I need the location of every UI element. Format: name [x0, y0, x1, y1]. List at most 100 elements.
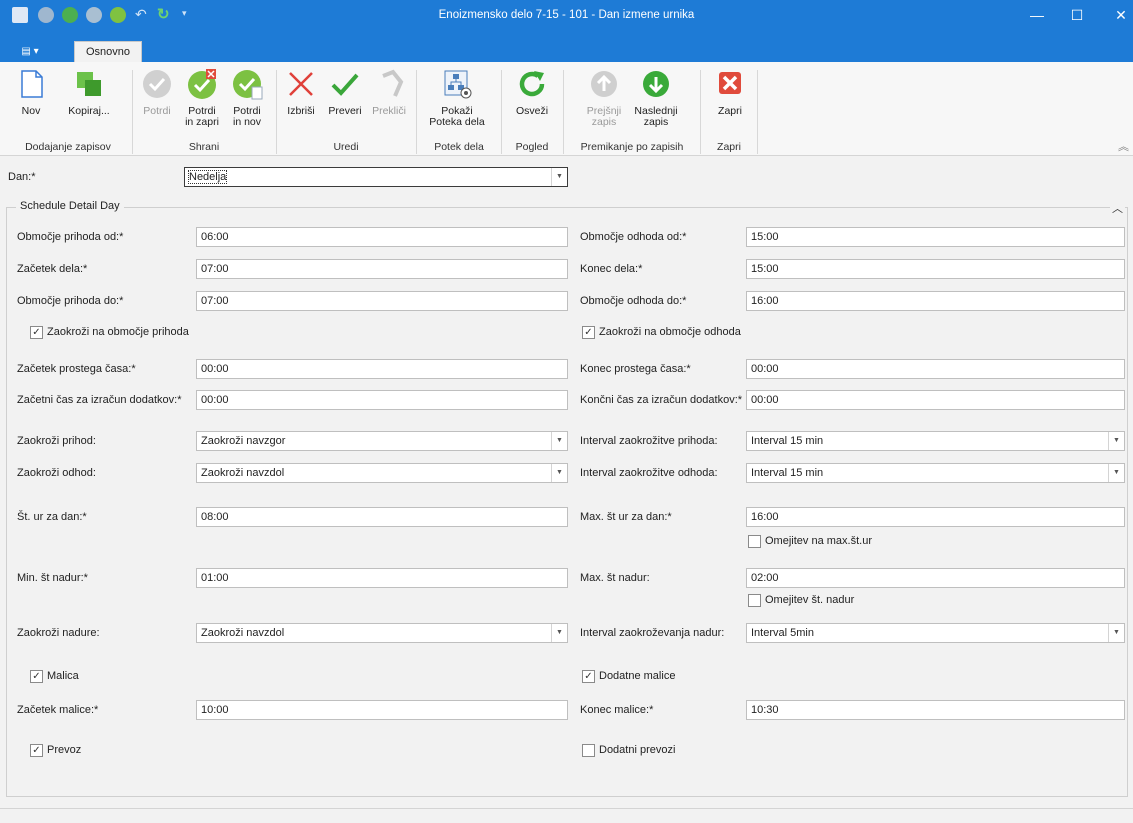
bonus-end-label: Končni čas za izračun dodatkov:*	[580, 394, 743, 406]
delete-icon	[285, 68, 317, 100]
overtime-interval-select[interactable]: Interval 5min ▼	[746, 623, 1125, 643]
ribbon-tab-row: ▤ ▾ Osnovno	[0, 30, 1133, 62]
work-end-label: Konec dela:*	[580, 263, 643, 275]
ribbon-separator	[563, 70, 564, 154]
meal-end-label: Konec malice:*	[580, 704, 654, 716]
group-collapse-icon[interactable]: ︿	[1110, 200, 1125, 216]
refresh-icon	[516, 68, 548, 100]
transport-checkbox[interactable]: ✓	[30, 744, 43, 757]
chevron-down-icon[interactable]: ▼	[551, 464, 567, 482]
checkmark-icon	[329, 68, 361, 100]
chevron-down-icon[interactable]: ▼	[551, 624, 567, 642]
meal-label: Malica	[47, 670, 79, 682]
arrival-from-label: Območje prihoda od:*	[17, 231, 124, 243]
close-window-button[interactable]: ✕	[1098, 0, 1133, 30]
undo-icon	[373, 68, 405, 100]
max-overtime-field[interactable]: 02:00	[746, 568, 1125, 588]
idle-start-field[interactable]: 00:00	[196, 359, 568, 379]
meal-start-field[interactable]: 10:00	[196, 700, 568, 720]
arrow-down-icon	[640, 68, 672, 100]
extra-transport-label: Dodatni prevozi	[599, 744, 676, 756]
previous-record-button[interactable]: Prejšnji zapis	[580, 68, 628, 128]
next-record-button[interactable]: Naslednji zapis	[630, 68, 682, 128]
cancel-button[interactable]: Prekliči	[370, 68, 408, 117]
group-title: Schedule Detail Day	[16, 200, 124, 212]
departure-from-field[interactable]: 15:00	[746, 227, 1125, 247]
ribbon-separator	[132, 70, 133, 154]
delete-button[interactable]: Izbriši	[283, 68, 319, 117]
meal-start-label: Začetek malice:*	[17, 704, 99, 716]
limit-overtime-checkbox[interactable]	[748, 594, 761, 607]
work-start-field[interactable]: 07:00	[196, 259, 568, 279]
round-departure-checkbox[interactable]: ✓	[582, 326, 595, 339]
chevron-down-icon[interactable]: ▼	[1108, 464, 1124, 482]
hours-day-field[interactable]: 08:00	[196, 507, 568, 527]
new-button[interactable]: Nov	[14, 68, 48, 117]
collapse-ribbon-button[interactable]: ︽	[1118, 138, 1129, 154]
group-label-save: Shrani	[188, 141, 220, 153]
group-label-close: Zapri	[717, 141, 741, 153]
work-start-label: Začetek dela:*	[17, 263, 88, 275]
arrival-to-field[interactable]: 07:00	[196, 291, 568, 311]
idle-end-label: Konec prostega časa:*	[580, 363, 691, 375]
round-in-interval-select[interactable]: Interval 15 min ▼	[746, 431, 1125, 451]
round-out-interval-select[interactable]: Interval 15 min ▼	[746, 463, 1125, 483]
ribbon: Nov Kopiraj... Potrdi Potrdi in zapri Po…	[0, 62, 1133, 156]
round-out-select[interactable]: Zaokroži navzdol ▼	[196, 463, 568, 483]
copy-button[interactable]: Kopiraj...	[64, 68, 114, 117]
meal-checkbox[interactable]: ✓	[30, 670, 43, 683]
arrow-up-icon	[588, 68, 620, 100]
round-in-select[interactable]: Zaokroži navzgor ▼	[196, 431, 568, 451]
max-hours-day-field[interactable]: 16:00	[746, 507, 1125, 527]
ribbon-separator	[501, 70, 502, 154]
maximize-button[interactable]: ☐	[1054, 0, 1100, 30]
copy-icon	[73, 68, 105, 100]
work-end-field[interactable]: 15:00	[746, 259, 1125, 279]
group-label-add: Dodajanje zapisov	[25, 141, 111, 153]
round-arrival-label: Zaokroži na območje prihoda	[47, 326, 189, 338]
bonus-start-field[interactable]: 00:00	[196, 390, 568, 410]
app-menu-button[interactable]: ▤ ▾	[14, 43, 46, 60]
extra-meals-checkbox[interactable]: ✓	[582, 670, 595, 683]
hours-day-label: Št. ur za dan:*	[17, 511, 87, 523]
round-in-label: Zaokroži prihod:	[17, 435, 96, 447]
round-in-interval-label: Interval zaokrožitve prihoda:	[580, 435, 718, 447]
confirm-disabled-icon	[141, 68, 173, 100]
departure-to-field[interactable]: 16:00	[746, 291, 1125, 311]
arrival-from-field[interactable]: 06:00	[196, 227, 568, 247]
close-button[interactable]: Zapri	[712, 68, 748, 117]
bonus-end-field[interactable]: 00:00	[746, 390, 1125, 410]
new-document-icon	[15, 68, 47, 100]
extra-transport-checkbox[interactable]	[582, 744, 595, 757]
idle-end-field[interactable]: 00:00	[746, 359, 1125, 379]
group-label-nav: Premikanje po zapisih	[580, 141, 684, 153]
max-overtime-label: Max. št nadur:	[580, 572, 650, 584]
check-button[interactable]: Preveri	[326, 68, 364, 117]
confirm-close-button[interactable]: Potrdi in zapri	[183, 68, 221, 128]
ribbon-separator	[416, 70, 417, 154]
departure-to-label: Območje odhoda do:*	[580, 295, 687, 307]
day-select[interactable]: Nedelja ▼	[184, 167, 568, 187]
window-title: Enoizmensko delo 7-15 - 101 - Dan izmene…	[438, 9, 695, 21]
workflow-icon	[441, 68, 473, 100]
refresh-button[interactable]: Osveži	[512, 68, 552, 117]
round-overtime-select[interactable]: Zaokroži navzdol ▼	[196, 623, 568, 643]
chevron-down-icon[interactable]: ▼	[551, 432, 567, 450]
round-arrival-checkbox[interactable]: ✓	[30, 326, 43, 339]
confirm-button[interactable]: Potrdi	[139, 68, 175, 117]
group-label-edit: Uredi	[333, 141, 359, 153]
limit-max-hours-label: Omejitev na max.št.ur	[765, 535, 872, 547]
chevron-down-icon[interactable]: ▼	[551, 168, 567, 186]
min-overtime-field[interactable]: 01:00	[196, 568, 568, 588]
chevron-down-icon[interactable]: ▼	[1108, 624, 1124, 642]
limit-max-hours-checkbox[interactable]	[748, 535, 761, 548]
title-bar: ↶ ↻ ▾ Enoizmensko delo 7-15 - 101 - Dan …	[0, 0, 1133, 30]
status-bar	[0, 808, 1133, 823]
confirm-new-button[interactable]: Potrdi in nov	[228, 68, 266, 128]
meal-end-field[interactable]: 10:30	[746, 700, 1125, 720]
close-icon	[714, 68, 746, 100]
show-workflow-button[interactable]: Pokaži Poteka dela	[424, 68, 490, 128]
tab-osnovno[interactable]: Osnovno	[74, 41, 142, 62]
round-out-label: Zaokroži odhod:	[17, 467, 96, 479]
chevron-down-icon[interactable]: ▼	[1108, 432, 1124, 450]
